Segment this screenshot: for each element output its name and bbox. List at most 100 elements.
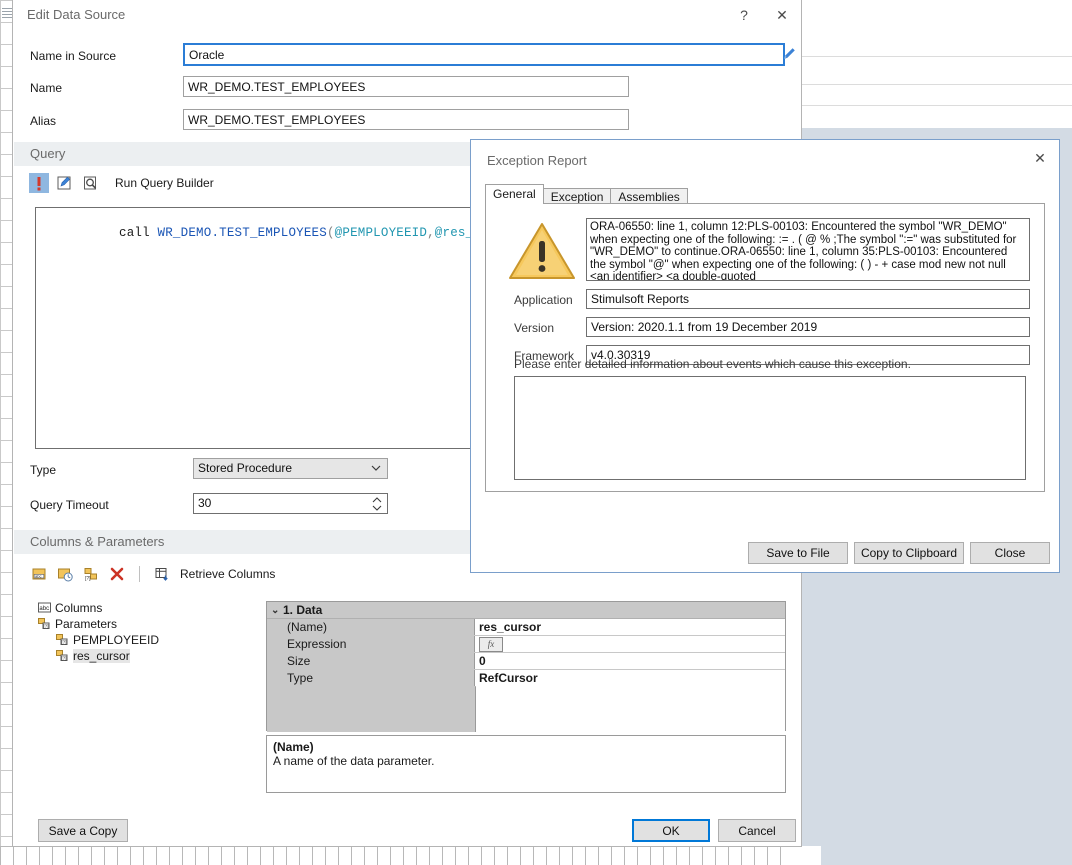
- name-input[interactable]: WR_DEMO.TEST_EMPLOYEES: [183, 76, 629, 97]
- parameter-item-icon: [?]: [56, 650, 68, 661]
- query-toolbar: Run Query Builder: [29, 171, 214, 195]
- name-in-source-label: Name in Source: [30, 49, 117, 63]
- property-grid-filler: [267, 686, 785, 732]
- property-name: (Name): [267, 619, 475, 635]
- sql-procedure-name: WR_DEMO.TEST_EMPLOYEES: [157, 226, 327, 240]
- save-a-copy-button[interactable]: Save a Copy: [38, 819, 128, 842]
- error-exclamation-icon[interactable]: [29, 173, 49, 193]
- sql-open-paren: (: [326, 226, 335, 240]
- tab-general[interactable]: General: [485, 184, 544, 204]
- chevron-down-icon: [371, 465, 381, 471]
- close-icon[interactable]: ✕: [1021, 143, 1059, 173]
- abc-columns-icon: abc: [38, 602, 51, 613]
- edit-data-source-title: Edit Data Source: [27, 7, 126, 22]
- parameters-icon: [?]: [38, 618, 50, 629]
- run-query-builder-button[interactable]: Run Query Builder: [115, 176, 214, 190]
- property-row-type[interactable]: Type RefCursor: [267, 670, 785, 686]
- close-button[interactable]: Close: [970, 542, 1050, 564]
- new-column-icon[interactable]: abc: [29, 564, 49, 584]
- delete-red-x-icon[interactable]: [107, 564, 127, 584]
- property-category-label: 1. Data: [283, 603, 323, 617]
- tree-item-pemployeeid[interactable]: [?] PEMPLOYEEID: [38, 632, 258, 648]
- property-row-size[interactable]: Size 0: [267, 653, 785, 670]
- designer-ruler-gap: [793, 846, 821, 865]
- type-label: Type: [30, 463, 57, 477]
- tree-label: Columns: [55, 601, 103, 615]
- edit-query-icon[interactable]: [55, 173, 75, 193]
- details-note: Please enter detailed information about …: [514, 357, 911, 371]
- tree-item-res-cursor[interactable]: [?] res_cursor: [38, 648, 258, 664]
- application-label: Application: [514, 293, 573, 307]
- error-message-text: ORA-06550: line 1, column 12:PLS-00103: …: [590, 221, 1017, 281]
- type-select[interactable]: Stored Procedure: [193, 458, 388, 479]
- svg-text:abc: abc: [35, 574, 41, 579]
- property-value[interactable]: fx: [475, 636, 785, 652]
- tree-item-columns[interactable]: abc Columns: [38, 600, 258, 616]
- tree-item-parameters[interactable]: [?] Parameters: [38, 616, 258, 632]
- svg-text:[?]: [?]: [61, 656, 66, 661]
- expander-icon[interactable]: ⌄: [271, 605, 283, 616]
- property-value[interactable]: RefCursor: [475, 670, 785, 686]
- exception-report-tabs: General Exception Assemblies: [485, 184, 688, 205]
- close-icon[interactable]: ✕: [763, 0, 801, 30]
- spinner-arrows-icon[interactable]: [372, 496, 382, 512]
- help-button[interactable]: ?: [725, 0, 763, 30]
- property-name: Size: [267, 653, 475, 669]
- sql-call-keyword: call: [119, 226, 158, 240]
- query-timeout-label: Query Timeout: [30, 498, 109, 512]
- alias-label: Alias: [30, 114, 57, 128]
- preview-query-icon[interactable]: [81, 173, 101, 193]
- details-textarea[interactable]: [514, 376, 1026, 480]
- property-name: Expression: [267, 636, 475, 652]
- svg-text:[?]: [?]: [43, 624, 48, 629]
- exception-report-titlebar: Exception Report ✕: [471, 140, 1059, 182]
- property-row-name[interactable]: (Name) res_cursor: [267, 619, 785, 636]
- columns-parameters-tree[interactable]: abc Columns [?] Parameters [?] PEMPLOYEE…: [38, 600, 258, 664]
- save-to-file-button[interactable]: Save to File: [748, 542, 848, 564]
- svg-text:abc: abc: [39, 606, 49, 612]
- columns-toolbar: abc [?] Retrieve Columns: [29, 562, 275, 586]
- new-parameter-icon[interactable]: [?]: [81, 564, 101, 584]
- parameter-property-grid[interactable]: ⌄ 1. Data (Name) res_cursor Expression f…: [266, 601, 786, 732]
- property-value[interactable]: 0: [475, 653, 785, 669]
- tree-label: PEMPLOYEEID: [73, 633, 160, 647]
- cancel-button[interactable]: Cancel: [718, 819, 796, 842]
- alias-input[interactable]: WR_DEMO.TEST_EMPLOYEES: [183, 109, 629, 130]
- description-text: A name of the data parameter.: [273, 754, 435, 768]
- designer-strip-divider-3: [790, 105, 1072, 106]
- svg-text:[?]: [?]: [61, 640, 66, 645]
- toolbar-separator: [139, 566, 140, 582]
- retrieve-columns-icon[interactable]: [152, 564, 172, 584]
- tree-label: res_cursor: [73, 649, 130, 663]
- designer-strip-divider-1: [790, 56, 1072, 57]
- version-label: Version: [514, 321, 555, 335]
- property-category-header[interactable]: ⌄ 1. Data: [267, 602, 785, 619]
- description-title: (Name): [273, 740, 314, 754]
- exception-report-title: Exception Report: [487, 153, 587, 168]
- ok-button[interactable]: OK: [632, 819, 710, 842]
- new-calculated-column-icon[interactable]: [55, 564, 75, 584]
- designer-top-strip: [790, 0, 1072, 128]
- tree-label: Parameters: [55, 617, 118, 631]
- edit-pencil-icon[interactable]: [782, 47, 796, 61]
- retrieve-columns-button[interactable]: Retrieve Columns: [180, 567, 275, 581]
- property-row-expression[interactable]: Expression fx: [267, 636, 785, 653]
- property-name: Type: [267, 670, 475, 686]
- copy-to-clipboard-button[interactable]: Copy to Clipboard: [854, 542, 964, 564]
- query-timeout-input[interactable]: 30: [193, 493, 388, 514]
- exception-general-panel: ORA-06550: line 1, column 12:PLS-00103: …: [485, 203, 1045, 492]
- application-field[interactable]: Stimulsoft Reports: [586, 289, 1030, 309]
- version-field[interactable]: Version: 2020.1.1 from 19 December 2019: [586, 317, 1030, 337]
- property-description-panel: (Name) A name of the data parameter.: [266, 735, 786, 793]
- sql-editor[interactable]: call WR_DEMO.TEST_EMPLOYEES(@PEMPLOYEEID…: [35, 207, 483, 449]
- property-value[interactable]: res_cursor: [475, 619, 785, 635]
- sql-comma: ,: [427, 226, 435, 240]
- expression-fx-button[interactable]: fx: [479, 636, 503, 652]
- name-in-source-input[interactable]: Oracle: [183, 43, 785, 66]
- warning-triangle-icon: [509, 223, 575, 279]
- error-message-box: ORA-06550: line 1, column 12:PLS-00103: …: [586, 218, 1030, 281]
- edit-data-source-titlebar: Edit Data Source ? ✕: [13, 0, 801, 30]
- exception-report-dialog: Exception Report ✕ General Exception Ass…: [470, 139, 1060, 573]
